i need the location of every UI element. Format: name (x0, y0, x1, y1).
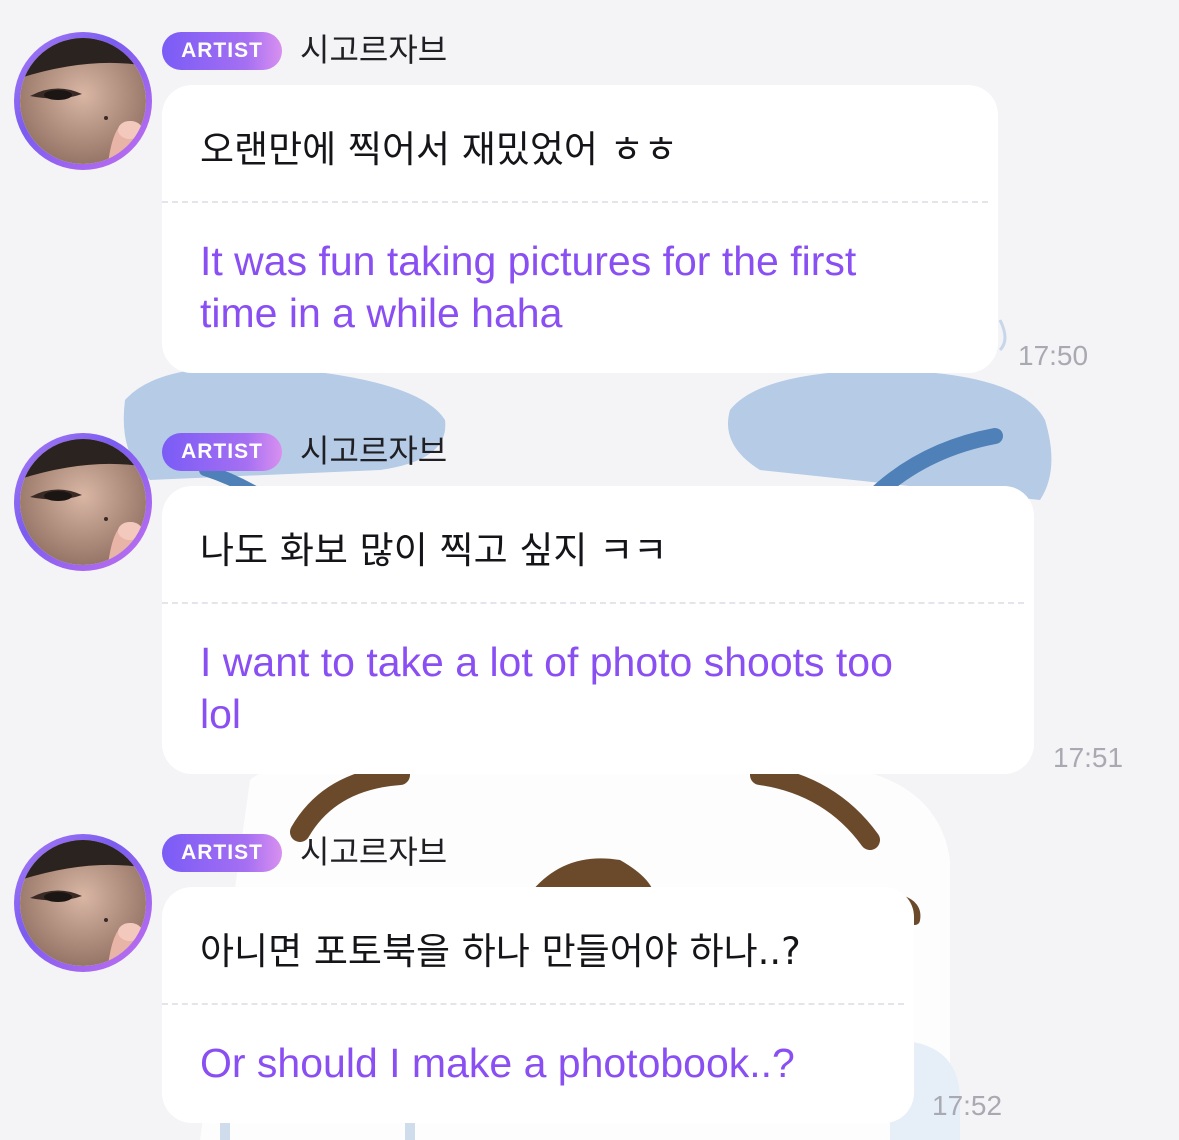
translation-line: lol (200, 691, 242, 737)
avatar-photo-icon (20, 439, 146, 565)
message-bubble[interactable]: 오랜만에 찍어서 재밌었어 ㅎㅎ It was fun taking pictu… (162, 85, 998, 373)
avatar-photo-icon (20, 38, 146, 164)
message-text: 오랜만에 찍어서 재밌었어 ㅎㅎ (200, 128, 678, 171)
timestamp: 17:52 (932, 1090, 1003, 1121)
translation-line: time in a while haha (200, 290, 563, 336)
avatar[interactable] (14, 32, 152, 170)
artist-badge: ARTIST (162, 834, 282, 872)
translation-divider (162, 201, 988, 203)
sender-name: 시고르자브 (300, 833, 448, 871)
translation-line: Or should I make a photobook..? (200, 1040, 795, 1086)
translation-text: It was fun taking pictures for the first… (200, 235, 856, 339)
timestamp: 17:51 (1053, 742, 1124, 773)
sender-name: 시고르자브 (300, 31, 448, 69)
sender-name: 시고르자브 (300, 432, 448, 470)
avatar-photo-icon (20, 840, 146, 966)
translation-divider (162, 602, 1024, 604)
message-bubble[interactable]: 나도 화보 많이 찍고 싶지 ㅋㅋ I want to take a lot o… (162, 486, 1034, 774)
translation-divider (162, 1003, 904, 1005)
artist-badge: ARTIST (162, 433, 282, 471)
message-text: 나도 화보 많이 찍고 싶지 ㅋㅋ (200, 529, 668, 572)
translation-text: I want to take a lot of photo shoots too… (200, 636, 893, 740)
translation-line: It was fun taking pictures for the first (200, 238, 857, 284)
avatar[interactable] (14, 834, 152, 972)
message-text: 아니면 포토북을 하나 만들어야 하나..? (200, 930, 801, 973)
translation-line: I want to take a lot of photo shoots too (200, 639, 893, 685)
message-bubble[interactable]: 아니면 포토북을 하나 만들어야 하나..? Or should I make … (162, 887, 914, 1123)
translation-text: Or should I make a photobook..? (200, 1037, 795, 1089)
artist-badge: ARTIST (162, 32, 282, 70)
timestamp: 17:50 (1018, 340, 1089, 371)
avatar[interactable] (14, 433, 152, 571)
